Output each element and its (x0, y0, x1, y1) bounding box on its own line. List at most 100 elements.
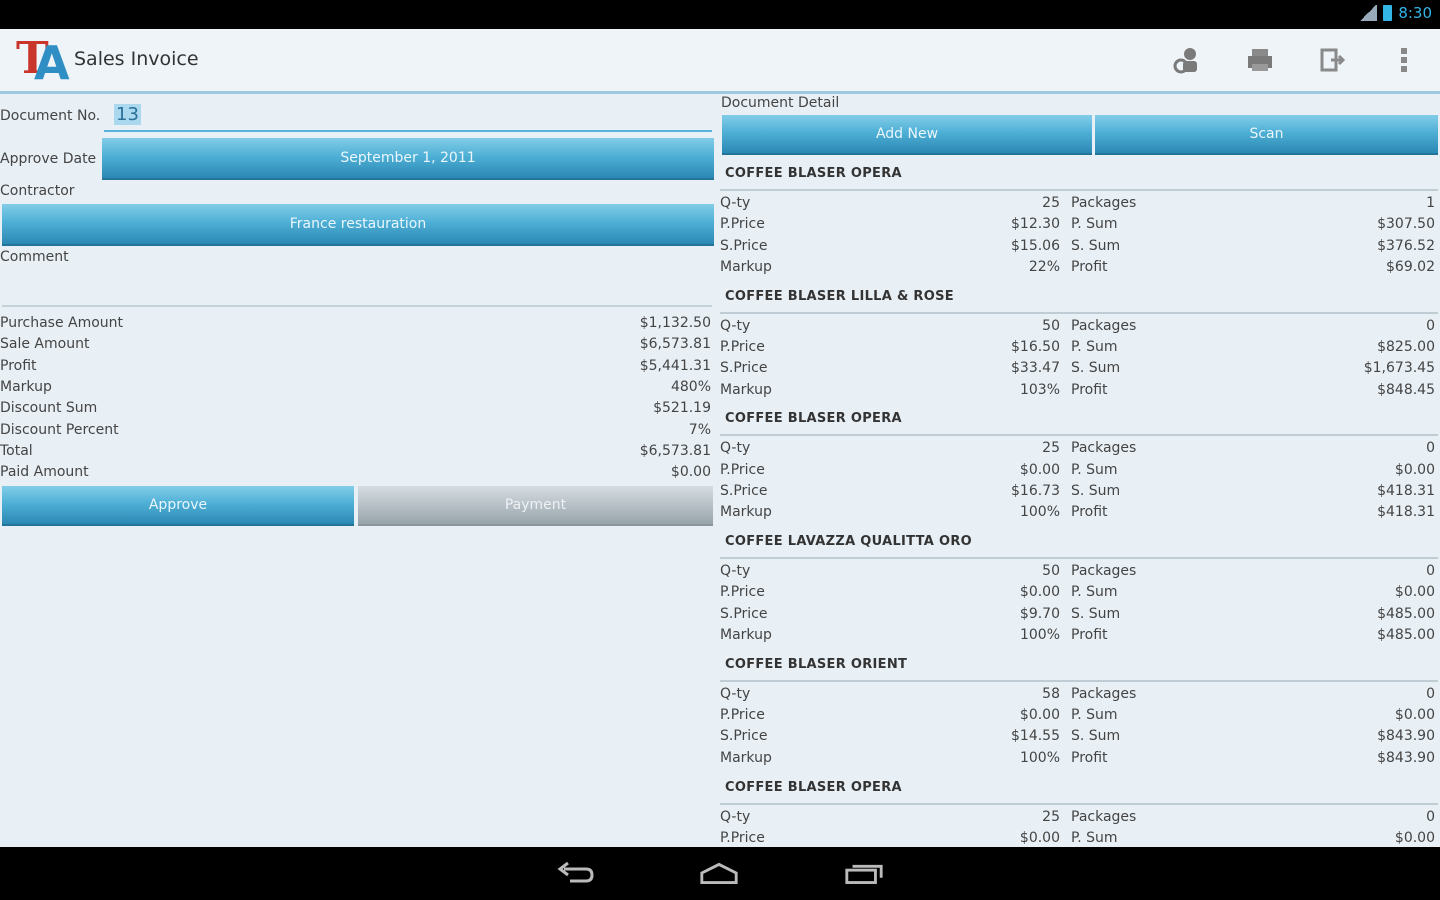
detail-row-label: P.Price (720, 339, 765, 355)
detail-col-label: Profit (1071, 258, 1108, 275)
detail-col-label: P. Sum (1071, 339, 1118, 355)
detail-item-title[interactable]: COFFEE LAVAZZA QUALITTA ORO (725, 534, 972, 549)
detail-col-value: $0.00 (1394, 584, 1435, 601)
contractor-icon[interactable] (1173, 45, 1203, 75)
doc-no-label: Document No. (0, 108, 101, 124)
home-icon[interactable] (698, 861, 740, 885)
comment-label: Comment (0, 249, 69, 265)
detail-row-value: 103% (1019, 381, 1060, 398)
summary-value-markup: 480% (670, 379, 711, 395)
detail-col-label: Packages (1071, 195, 1137, 211)
detail-col-value: $843.90 (1377, 728, 1435, 745)
detail-item-title[interactable]: COFFEE BLASER OPERA (725, 166, 902, 181)
approve-button[interactable]: Approve (2, 486, 354, 526)
detail-col-label: S. Sum (1071, 728, 1121, 745)
detail-col-value: $0.00 (1394, 707, 1435, 724)
detail-row-value: $0.00 (1019, 461, 1060, 478)
summary-value-total: $6,573.81 (639, 443, 711, 459)
detail-col-value: $1,673.45 (1363, 360, 1435, 377)
back-icon[interactable] (555, 861, 597, 885)
detail-row-value: 22% (1028, 258, 1060, 275)
detail-row-label: S.Price (720, 728, 768, 745)
detail-col-label: Profit (1071, 381, 1108, 398)
detail-col-label: P. Sum (1071, 461, 1118, 478)
detail-row-label: Q-ty (720, 685, 751, 702)
detail-item-separator (720, 802, 1438, 805)
comment-field[interactable] (2, 270, 710, 302)
signal-icon (1359, 5, 1378, 21)
payment-button[interactable]: Payment (358, 486, 713, 526)
detail-row-label: Markup (720, 749, 772, 766)
detail-col-label: Packages (1071, 317, 1137, 334)
detail-item-separator (720, 311, 1438, 314)
detail-row-label: P.Price (720, 707, 765, 724)
export-icon[interactable] (1317, 45, 1347, 75)
detail-col-value: 0 (1426, 563, 1435, 580)
detail-col-value: 0 (1426, 808, 1435, 825)
add-new-button[interactable]: Add New (722, 115, 1092, 155)
scan-button[interactable]: Scan (1095, 115, 1438, 155)
detail-row-label: Q-ty (720, 563, 751, 580)
detail-row-value: 50 (1042, 563, 1060, 580)
status-icons: 8:30 (1359, 4, 1432, 22)
detail-row-value: 100% (1019, 749, 1060, 766)
detail-col-label: Packages (1071, 440, 1137, 457)
navigation-bar (0, 847, 1440, 900)
detail-row-label: Q-ty (720, 317, 751, 334)
detail-col-label: Packages (1071, 563, 1137, 580)
summary-label-total: Total (0, 443, 33, 459)
detail-row-value: $0.00 (1019, 707, 1060, 724)
recents-icon[interactable] (843, 861, 885, 885)
status-time: 8:30 (1398, 4, 1432, 22)
overflow-menu-icon[interactable] (1389, 45, 1419, 75)
doc-no-value: 13 (114, 104, 141, 125)
detail-col-label: Profit (1071, 504, 1108, 521)
summary-label-discount-sum: Discount Sum (0, 400, 98, 416)
detail-row-value: $0.00 (1019, 584, 1060, 601)
doc-no-field[interactable]: 13 (104, 100, 712, 132)
print-icon[interactable] (1245, 45, 1275, 75)
detail-row-label: Markup (720, 381, 772, 398)
detail-row-label: P.Price (720, 461, 765, 478)
contractor-button[interactable]: France restauration (2, 204, 714, 246)
summary-label-paid-amount: Paid Amount (0, 464, 89, 480)
detail-col-label: S. Sum (1071, 483, 1121, 499)
detail-row-label: Q-ty (720, 440, 751, 457)
detail-col-value: $485.00 (1377, 605, 1435, 622)
detail-col-value: $376.52 (1377, 237, 1435, 254)
detail-col-value: $825.00 (1377, 339, 1435, 355)
detail-col-value: 0 (1426, 317, 1435, 334)
detail-row-label: S.Price (720, 605, 768, 622)
detail-col-value: 0 (1426, 685, 1435, 702)
comment-underline (2, 305, 712, 307)
detail-item-separator (720, 679, 1438, 682)
app-title: Sales Invoice (74, 48, 199, 70)
detail-item-title[interactable]: COFFEE BLASER OPERA (725, 411, 902, 426)
detail-row-label: Markup (720, 258, 772, 275)
detail-col-value: $418.31 (1377, 504, 1435, 521)
battery-icon (1383, 5, 1393, 21)
detail-item-title[interactable]: COFFEE BLASER OPERA (725, 780, 902, 795)
summary-label-markup: Markup (0, 379, 52, 395)
detail-row-value: $33.47 (1011, 360, 1060, 377)
detail-item-title[interactable]: COFFEE BLASER ORIENT (725, 657, 907, 672)
detail-col-value: $485.00 (1377, 627, 1435, 643)
detail-col-value: $0.00 (1394, 829, 1435, 846)
detail-col-value: $843.90 (1377, 749, 1435, 766)
detail-col-value: $307.50 (1377, 216, 1435, 233)
detail-col-label: Profit (1071, 627, 1108, 643)
summary-value-profit: $5,441.31 (639, 358, 711, 374)
detail-row-value: $0.00 (1019, 829, 1060, 846)
detail-col-label: Packages (1071, 685, 1137, 702)
detail-row-value: $16.73 (1011, 483, 1060, 499)
detail-item-title[interactable]: COFFEE BLASER LILLA & ROSE (725, 289, 954, 304)
detail-row-value: 25 (1042, 808, 1060, 825)
detail-item-separator (720, 434, 1438, 437)
detail-row-value: 50 (1042, 317, 1060, 334)
detail-row-label: Markup (720, 504, 772, 521)
approve-date-button[interactable]: September 1, 2011 (102, 138, 714, 180)
summary-value-purchase-amount: $1,132.50 (639, 315, 711, 331)
detail-row-value: $16.50 (1011, 339, 1060, 355)
detail-row-value: $12.30 (1011, 216, 1060, 233)
detail-col-value: $418.31 (1377, 483, 1435, 499)
